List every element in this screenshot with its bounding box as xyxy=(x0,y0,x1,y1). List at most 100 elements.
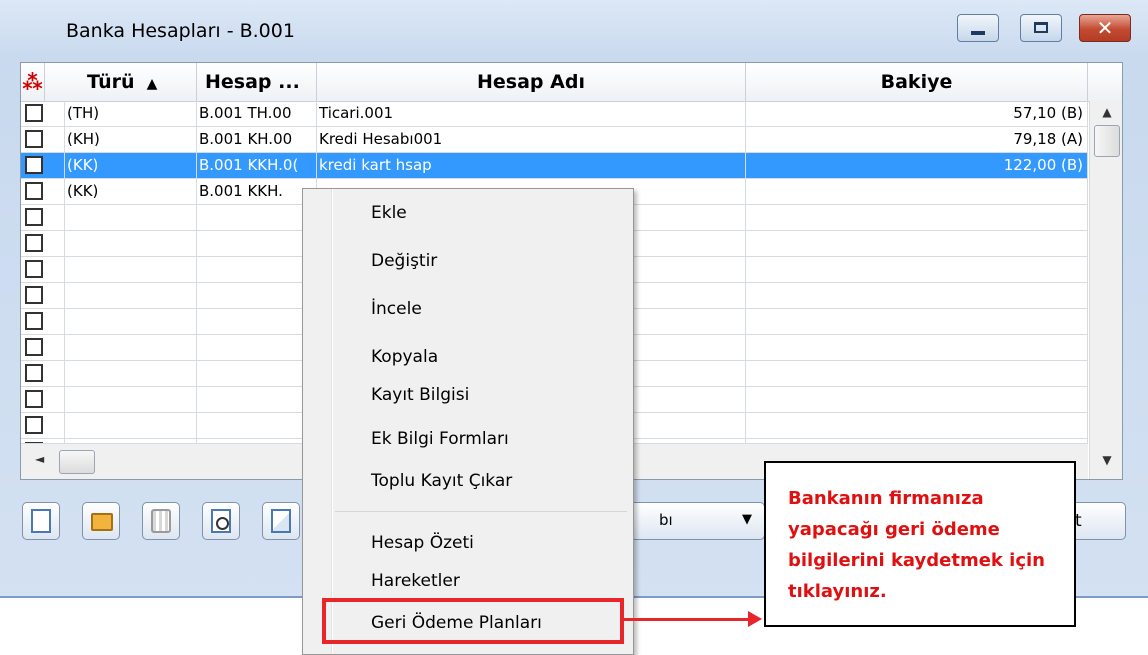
table-row[interactable]: (KK) B.001 KKH.0(kredi kart hsap 122,00 (B… xyxy=(21,153,1088,179)
table-row[interactable]: (TH) B.001 TH.00 Ticari.001 57,10 (B) xyxy=(21,101,1088,127)
checkbox-cell xyxy=(21,335,65,360)
menu-item-incele[interactable]: İncele xyxy=(371,299,422,319)
row-checkbox[interactable] xyxy=(25,338,43,356)
select-all-icon[interactable]: ⁂ xyxy=(21,63,45,101)
row-checkbox[interactable] xyxy=(25,416,43,434)
cell-bakiye xyxy=(746,413,1088,438)
minimize-button[interactable] xyxy=(957,14,999,42)
cell-bakiye xyxy=(746,283,1088,308)
preview-icon xyxy=(211,509,231,533)
cell-turu xyxy=(65,361,197,386)
cell-bakiye: 79,18 (A) xyxy=(746,127,1088,152)
checkbox-cell xyxy=(21,205,65,230)
highlight-box xyxy=(322,598,624,644)
menu-gutter xyxy=(331,189,333,654)
filter-dropdown[interactable]: bı ▼ xyxy=(620,502,765,540)
checkbox-cell xyxy=(21,361,65,386)
cell-turu xyxy=(65,205,197,230)
cell-bakiye xyxy=(746,205,1088,230)
maximize-button[interactable] xyxy=(1020,14,1062,42)
vertical-scrollbar[interactable]: ▲ ▼ xyxy=(1089,101,1122,479)
cell-bakiye xyxy=(746,361,1088,386)
cell-turu xyxy=(65,283,197,308)
menu-item-ek-bilgi-formlari[interactable]: Ek Bilgi Formları xyxy=(371,429,509,449)
cell-hesap-kodu xyxy=(197,309,317,334)
cell-bakiye xyxy=(746,387,1088,412)
cell-hesap-kodu: B.001 KH.00 xyxy=(197,127,317,152)
arrow-head-icon xyxy=(748,611,762,627)
close-icon: ✕ xyxy=(1096,16,1114,40)
grid-header: ⁂ Türü ▲ Hesap ... Hesap Adı Bakiye xyxy=(21,63,1122,102)
checkbox-cell xyxy=(21,309,65,334)
menu-item-toplu-kayit-cikar[interactable]: Toplu Kayıt Çıkar xyxy=(371,471,512,491)
cell-hesap-kodu: B.001 TH.00 xyxy=(197,101,317,126)
instruction-callout: Bankanın firmanıza yapacağı geri ödeme b… xyxy=(764,461,1076,627)
cell-bakiye xyxy=(746,335,1088,360)
column-header-bakiye[interactable]: Bakiye xyxy=(746,63,1088,101)
delete-trash-icon xyxy=(151,509,171,533)
cell-turu xyxy=(65,335,197,360)
cell-turu: (KK) xyxy=(65,179,197,204)
cell-hesap-kodu xyxy=(197,335,317,360)
minimize-icon xyxy=(971,31,985,35)
cell-hesap-kodu xyxy=(197,231,317,256)
cell-turu: (KK) xyxy=(65,153,197,178)
maximize-icon xyxy=(1034,22,1048,33)
row-checkbox[interactable] xyxy=(25,182,43,200)
cell-hesap-kodu: B.001 KKH.0( xyxy=(197,153,317,178)
open-button[interactable] xyxy=(82,502,120,540)
row-checkbox[interactable] xyxy=(25,156,43,174)
vertical-scroll-thumb[interactable] xyxy=(1094,125,1120,157)
column-header-hesap-adi[interactable]: Hesap Adı xyxy=(317,63,746,101)
checkbox-cell xyxy=(21,179,65,204)
table-row[interactable]: (KH) B.001 KH.00 Kredi Hesabı001 79,18 (A) xyxy=(21,127,1088,153)
scroll-down-icon[interactable]: ▼ xyxy=(1090,453,1122,467)
row-checkbox[interactable] xyxy=(25,130,43,148)
preview-button[interactable] xyxy=(202,502,240,540)
title-bar[interactable]: Banka Hesapları - B.001 ✕ xyxy=(0,0,1148,62)
menu-item-kayit-bilgisi[interactable]: Kayıt Bilgisi xyxy=(371,385,469,405)
menu-item-ekle[interactable]: Ekle xyxy=(371,203,407,223)
menu-item-hesap-ozeti[interactable]: Hesap Özeti xyxy=(371,533,474,553)
delete-button[interactable] xyxy=(142,502,180,540)
menu-item-kopyala[interactable]: Kopyala xyxy=(371,347,438,367)
row-checkbox[interactable] xyxy=(25,208,43,226)
cell-bakiye xyxy=(746,179,1088,204)
new-document-icon xyxy=(31,509,51,533)
row-checkbox[interactable] xyxy=(25,286,43,304)
menu-item-hareketler[interactable]: Hareketler xyxy=(371,571,460,591)
row-checkbox[interactable] xyxy=(25,364,43,382)
cell-bakiye xyxy=(746,309,1088,334)
open-folder-icon xyxy=(91,513,113,531)
scroll-left-icon[interactable]: ◄ xyxy=(35,452,44,466)
checkbox-cell xyxy=(21,127,65,152)
menu-item-degistir[interactable]: Değiştir xyxy=(371,251,437,271)
window-title: Banka Hesapları - B.001 xyxy=(66,20,295,42)
cell-bakiye: 57,10 (B) xyxy=(746,101,1088,126)
cell-bakiye xyxy=(746,231,1088,256)
cell-bakiye xyxy=(746,257,1088,282)
row-checkbox[interactable] xyxy=(25,390,43,408)
menu-separator xyxy=(335,511,627,512)
close-button[interactable]: ✕ xyxy=(1079,14,1131,42)
column-header-turu[interactable]: Türü ▲ xyxy=(45,63,197,101)
cell-hesap-adi: kredi kart hsap xyxy=(317,153,746,178)
checkbox-cell xyxy=(21,413,65,438)
checkbox-cell xyxy=(21,153,65,178)
scroll-up-icon[interactable]: ▲ xyxy=(1090,105,1122,119)
cell-hesap-kodu xyxy=(197,205,317,230)
new-button[interactable] xyxy=(22,502,60,540)
checkbox-cell xyxy=(21,101,65,126)
row-checkbox[interactable] xyxy=(25,260,43,278)
row-checkbox[interactable] xyxy=(25,104,43,122)
row-checkbox[interactable] xyxy=(25,234,43,252)
cell-hesap-adi: Ticari.001 xyxy=(317,101,746,126)
copy-button[interactable] xyxy=(262,502,300,540)
row-checkbox[interactable] xyxy=(25,312,43,330)
right-action-label: t xyxy=(1075,511,1082,531)
chevron-down-icon: ▼ xyxy=(742,512,752,527)
cell-hesap-kodu xyxy=(197,387,317,412)
horizontal-scroll-thumb[interactable] xyxy=(59,450,95,474)
column-header-hesap-kodu[interactable]: Hesap ... xyxy=(197,63,317,101)
cell-turu xyxy=(65,309,197,334)
